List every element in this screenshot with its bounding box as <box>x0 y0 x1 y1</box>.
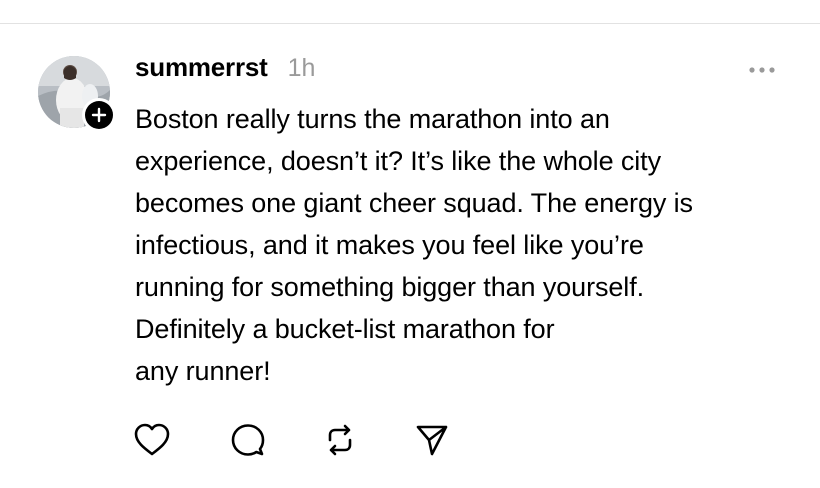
post-header: summerrst 1h <box>135 52 315 92</box>
post-actions <box>134 422 455 458</box>
post-body-line: any runner! <box>135 356 271 386</box>
comment-icon <box>231 424 265 456</box>
follow-button[interactable] <box>82 98 116 132</box>
more-horizontal-icon <box>749 67 775 73</box>
post-body-line: becomes one giant cheer squad. The energ… <box>135 188 693 218</box>
post-body-line: infectious, and it makes you feel like y… <box>135 230 644 260</box>
post-body-line: Boston really turns the marathon into an <box>135 104 610 134</box>
author-avatar-group[interactable] <box>38 56 116 132</box>
like-button[interactable] <box>134 422 174 458</box>
thread-post: summerrst 1h Boston really turns the mar… <box>0 24 820 488</box>
share-button[interactable] <box>415 422 455 458</box>
post-body-line: Definitely a bucket-list marathon for <box>135 314 555 344</box>
post-body-line: experience, doesn’t it? It’s like the wh… <box>135 146 661 176</box>
plus-icon <box>91 107 107 123</box>
reply-button[interactable] <box>231 422 271 458</box>
author-username[interactable]: summerrst <box>135 52 268 83</box>
more-options-button[interactable] <box>742 60 782 80</box>
repost-icon <box>328 424 352 456</box>
repost-button[interactable] <box>323 422 363 458</box>
post-timestamp: 1h <box>287 54 316 82</box>
post-body-line: running for something bigger than yourse… <box>135 272 645 302</box>
post-body: Boston really turns the marathon into an… <box>135 98 795 392</box>
send-icon <box>416 425 448 456</box>
heart-icon <box>134 423 170 456</box>
